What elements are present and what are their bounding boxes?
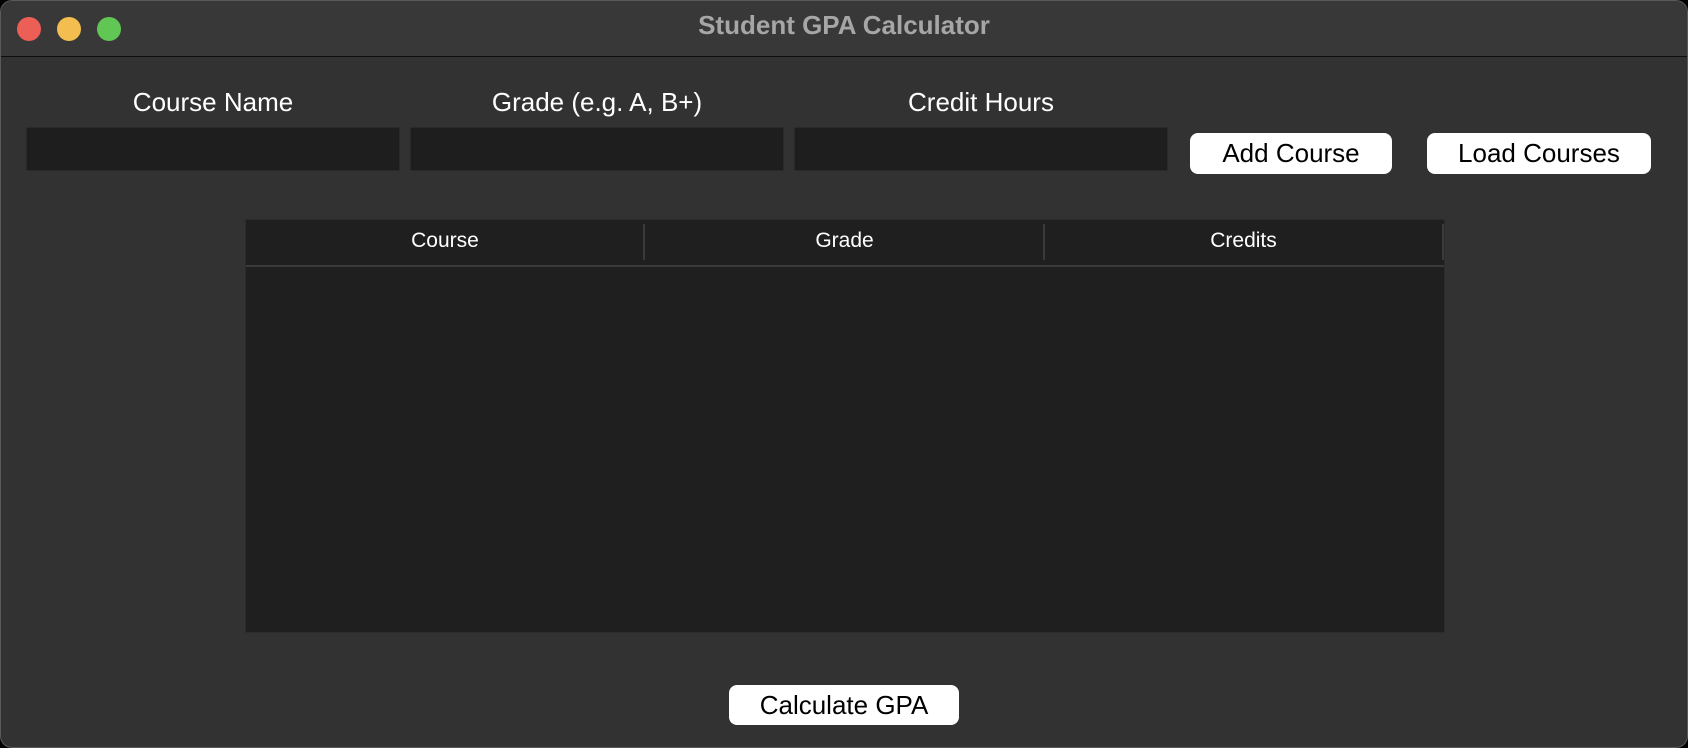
grade-label: Grade (e.g. A, B+) xyxy=(491,87,703,117)
courses-table[interactable]: Course Grade Credits xyxy=(245,219,1445,633)
column-header-course[interactable]: Course xyxy=(246,220,644,265)
window-title: Student GPA Calculator xyxy=(698,10,990,40)
load-courses-button[interactable]: Load Courses xyxy=(1427,133,1651,174)
table-body[interactable] xyxy=(246,267,1444,632)
app-window: Student GPA Calculator Course Name Grade… xyxy=(0,0,1688,748)
title-bar[interactable]: Student GPA Calculator xyxy=(1,1,1687,57)
table-header: Course Grade Credits xyxy=(246,220,1444,267)
course-name-label: Course Name xyxy=(132,87,294,117)
add-course-button[interactable]: Add Course xyxy=(1190,133,1392,174)
column-header-credits[interactable]: Credits xyxy=(1045,220,1442,265)
credit-hours-input[interactable] xyxy=(794,127,1168,171)
column-header-grade[interactable]: Grade xyxy=(645,220,1044,265)
grade-input[interactable] xyxy=(410,127,784,171)
credit-hours-label: Credit Hours xyxy=(908,87,1054,117)
calculate-gpa-button[interactable]: Calculate GPA xyxy=(729,685,959,725)
column-separator xyxy=(1442,224,1444,260)
course-name-input[interactable] xyxy=(26,127,400,171)
